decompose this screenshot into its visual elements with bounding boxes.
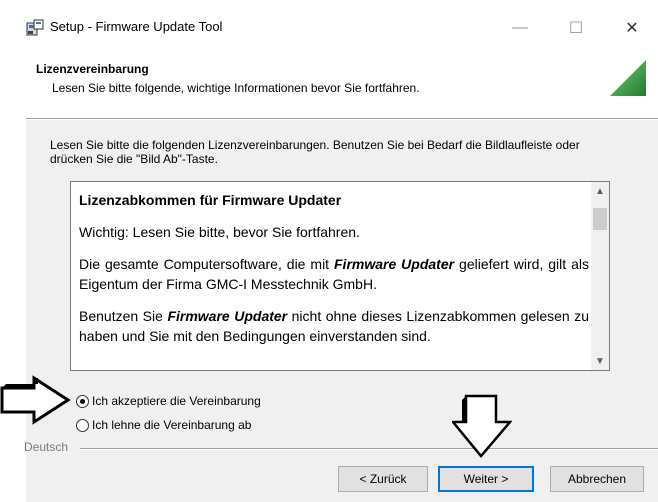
accept-radio[interactable] — [76, 394, 89, 408]
language-divider — [80, 448, 658, 450]
license-text-box[interactable]: Lizenzabkommen für Firmware Updater Wich… — [70, 181, 610, 371]
page-title: Lizenzvereinbarung — [36, 62, 149, 76]
green-triangle-logo — [610, 60, 646, 96]
next-button[interactable]: Weiter > — [438, 466, 534, 492]
back-button[interactable]: < Zurück — [338, 466, 428, 492]
decline-option[interactable]: Ich lehne die Vereinbarung ab — [76, 418, 251, 432]
decline-radio[interactable] — [76, 418, 89, 432]
decline-label: Ich lehne die Vereinbarung ab — [92, 418, 252, 432]
minimize-button[interactable]: — — [500, 14, 540, 42]
accept-label: Ich akzeptiere die Vereinbarung — [92, 394, 261, 408]
close-button[interactable]: ✕ — [612, 14, 652, 42]
hollow-arrow-down-icon — [452, 394, 512, 458]
window-title: Setup - Firmware Update Tool — [50, 19, 223, 34]
license-text: Lizenzabkommen für Firmware Updater Wich… — [79, 190, 589, 358]
instructions-text: Lesen Sie bitte die folgenden Lizenzvere… — [50, 138, 580, 166]
scroll-thumb[interactable] — [593, 208, 607, 230]
maximize-button[interactable]: ☐ — [556, 14, 596, 42]
scroll-down-arrow-icon[interactable]: ▼ — [591, 352, 609, 370]
language-label: Deutsch — [24, 440, 75, 454]
accept-option[interactable]: Ich akzeptiere die Vereinbarung — [76, 394, 261, 408]
title-bar: Setup - Firmware Update Tool — ☐ ✕ — [0, 0, 658, 50]
license-paragraph: Wichtig: Lesen Sie bitte, bevor Sie fort… — [79, 224, 360, 240]
page-subtitle: Lesen Sie bitte folgende, wichtige Infor… — [52, 81, 420, 95]
vertical-scrollbar[interactable]: ▲ ▼ — [591, 182, 609, 370]
license-heading: Lizenzabkommen für Firmware Updater — [79, 192, 342, 208]
setup-installer-icon — [26, 19, 44, 36]
license-paragraph: Die gesamte Computersoftware, die mit Fi… — [79, 256, 589, 292]
scroll-up-arrow-icon[interactable]: ▲ — [591, 182, 609, 200]
hollow-arrow-right-icon — [0, 375, 71, 425]
cancel-button[interactable]: Abbrechen — [550, 466, 644, 492]
page-header: Lizenzvereinbarung Lesen Sie bitte folge… — [26, 50, 658, 118]
license-paragraph: Benutzen Sie Firmware Updater nicht ohne… — [79, 308, 590, 344]
left-margin — [0, 50, 26, 502]
